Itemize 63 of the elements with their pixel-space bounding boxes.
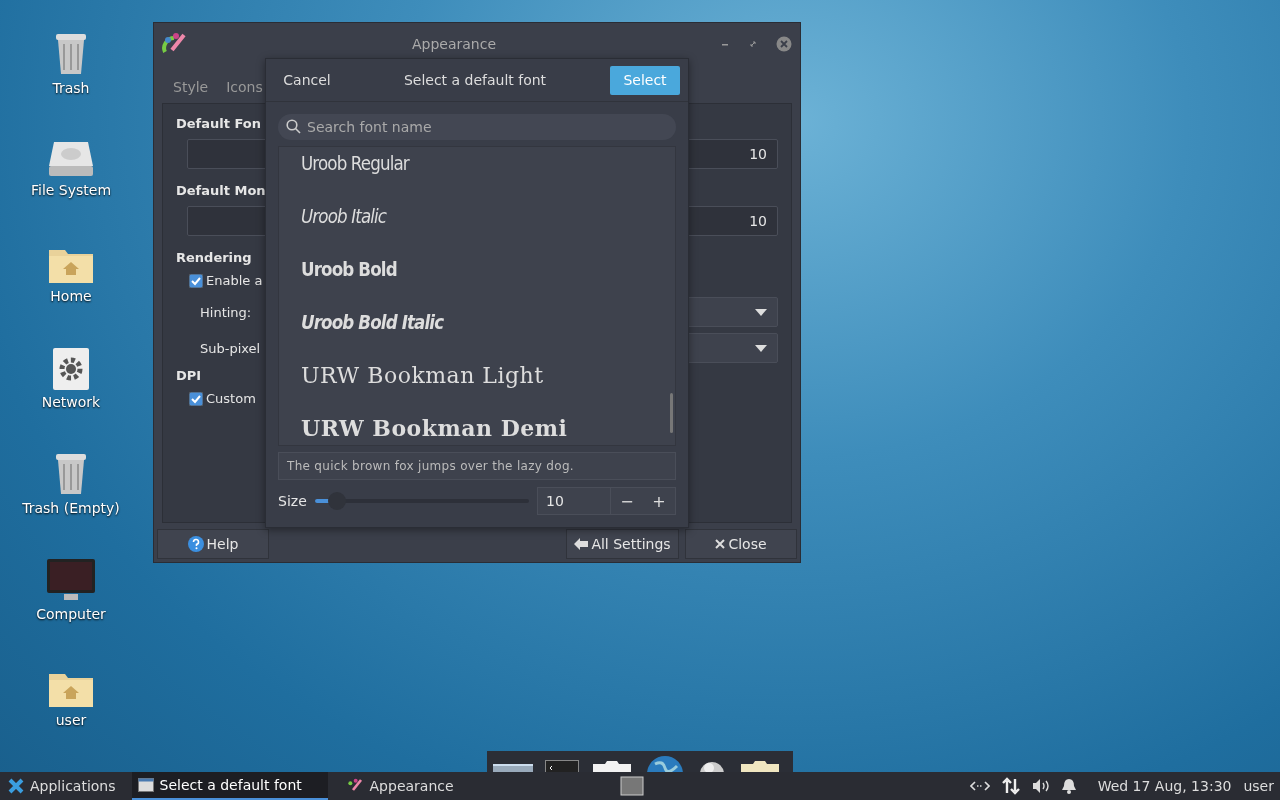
increment-button[interactable]: + (643, 488, 675, 514)
tab[interactable]: Icons (226, 79, 263, 99)
font-list-item[interactable]: URW Bookman Light (301, 349, 544, 402)
applications-menu-button[interactable]: Applications (4, 772, 120, 800)
desktop-icon-label[interactable]: Trash (52, 80, 90, 96)
taskbar-task[interactable]: Appearance (339, 772, 536, 800)
section-heading: Rendering (176, 250, 252, 265)
size-slider[interactable] (314, 492, 529, 510)
x-logo-icon (8, 778, 24, 794)
cancel-button[interactable]: Cancel (274, 71, 340, 89)
paint-palette-icon (162, 32, 188, 56)
search-icon (286, 119, 301, 134)
close-button[interactable]: Close (685, 529, 797, 559)
desktop-icon-label[interactable]: Computer (36, 606, 106, 622)
desktop-icon-label[interactable]: Trash (Empty) (22, 500, 120, 516)
decrement-button[interactable]: − (611, 488, 643, 514)
font-list-item[interactable]: Uroob Bold Italic (301, 296, 444, 349)
checkbox[interactable] (189, 273, 203, 288)
window-icon (137, 778, 154, 792)
window-title: Appearance (410, 36, 498, 52)
caret-icon (755, 344, 767, 352)
gear-icon[interactable] (53, 348, 89, 390)
checkbox[interactable] (189, 391, 203, 406)
user-menu[interactable]: user (1243, 778, 1274, 794)
workspace-switcher-icon[interactable] (619, 776, 644, 796)
clock[interactable]: Wed 17 Aug, 13:30 (1097, 778, 1232, 794)
scrollbar[interactable] (670, 393, 673, 433)
maximize-icon[interactable] (748, 39, 758, 49)
section-heading: Default Fon (176, 116, 262, 131)
section-heading: DPI (176, 368, 202, 383)
checkbox-label: Custom (206, 391, 256, 406)
dialog-title: Select a default font (402, 72, 548, 88)
close-icon (715, 539, 726, 549)
size-label: Size (278, 493, 307, 509)
dropdown-label: Hinting: (200, 304, 253, 320)
desktop-icon-label[interactable]: Home (50, 288, 92, 304)
close-icon[interactable] (776, 36, 792, 52)
transfer-arrows-icon[interactable] (1001, 777, 1020, 795)
all-settings-button[interactable]: All Settings (566, 529, 679, 559)
bell-icon[interactable] (1061, 778, 1076, 794)
caret-icon (755, 308, 767, 316)
network-icon[interactable] (969, 779, 990, 793)
section-heading: Default Mon (176, 183, 266, 198)
font-list-item[interactable]: Uroob Regular (301, 147, 409, 190)
desktop-icon-label[interactable]: File System (30, 182, 112, 198)
tab[interactable]: Style (173, 79, 209, 99)
font-list-item[interactable]: Uroob Bold (301, 243, 397, 296)
size-field[interactable]: 10 (538, 488, 611, 514)
desktop-icon-label[interactable]: user (55, 712, 87, 728)
dropdown-label: Sub-pixel (200, 340, 262, 356)
back-arrow-icon (574, 538, 589, 550)
desktop-icon-label[interactable]: Network (41, 394, 101, 410)
font-list-item[interactable]: URW Bookman Demi (301, 402, 568, 445)
hard-drive-icon[interactable] (48, 140, 94, 178)
help-icon (187, 536, 204, 552)
taskbar-task[interactable]: Select a default font (131, 772, 328, 800)
font-list-item[interactable]: Uroob Italic (301, 190, 387, 243)
monitor-icon[interactable] (46, 558, 96, 602)
preview-field[interactable]: The quick brown fox jumps over the lazy dog. (278, 452, 676, 480)
help-button[interactable]: Help (157, 529, 269, 559)
volume-icon[interactable] (1031, 778, 1050, 794)
checkbox-label: Enable a (206, 273, 263, 288)
search-field[interactable]: Search font name (278, 114, 676, 140)
